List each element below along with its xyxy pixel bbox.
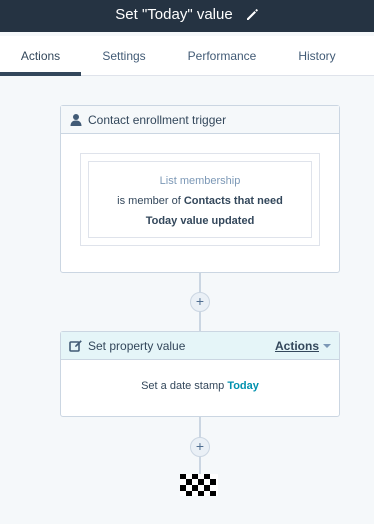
trigger-card-header: Contact enrollment trigger	[61, 106, 339, 134]
edit-icon	[69, 339, 83, 353]
filter-type: List membership	[159, 175, 241, 187]
tab-history[interactable]: History	[280, 36, 354, 76]
tab-actions[interactable]: Actions	[0, 36, 81, 76]
pencil-icon[interactable]	[245, 8, 259, 22]
tab-performance[interactable]: Performance	[176, 36, 268, 76]
tab-settings[interactable]: Settings	[84, 36, 164, 76]
actions-dropdown-label: Actions	[274, 338, 319, 353]
add-step-button[interactable]: +	[190, 437, 210, 457]
actions-dropdown[interactable]: Actions	[275, 339, 331, 353]
add-step-button[interactable]: +	[190, 292, 210, 312]
end-flag-icon	[180, 474, 218, 496]
filter-description: is member of Contacts that need Today va…	[117, 195, 283, 227]
enrollment-trigger-card[interactable]: Contact enrollment trigger List membersh…	[60, 105, 340, 273]
set-property-action-card[interactable]: Set property value Actions Set a date st…	[60, 331, 340, 417]
workflow-title-bar: Set "Today" value	[0, 0, 374, 32]
trigger-filter-box: List membership is member of Contacts th…	[80, 153, 320, 246]
tab-bar: Actions Settings Performance History	[0, 36, 374, 76]
active-tab-indicator	[0, 72, 81, 76]
action-card-header: Set property value Actions	[61, 332, 339, 360]
caret-down-icon	[323, 343, 331, 348]
workflow-title: Set "Today" value	[115, 6, 233, 23]
action-card-title: Set property value	[88, 338, 186, 353]
date-value: Today	[227, 380, 259, 392]
trigger-card-title: Contact enrollment trigger	[88, 112, 227, 127]
trigger-filter[interactable]: List membership is member of Contacts th…	[88, 161, 312, 238]
contact-icon	[69, 113, 83, 127]
action-description: Set a date stamp Today	[141, 380, 259, 392]
